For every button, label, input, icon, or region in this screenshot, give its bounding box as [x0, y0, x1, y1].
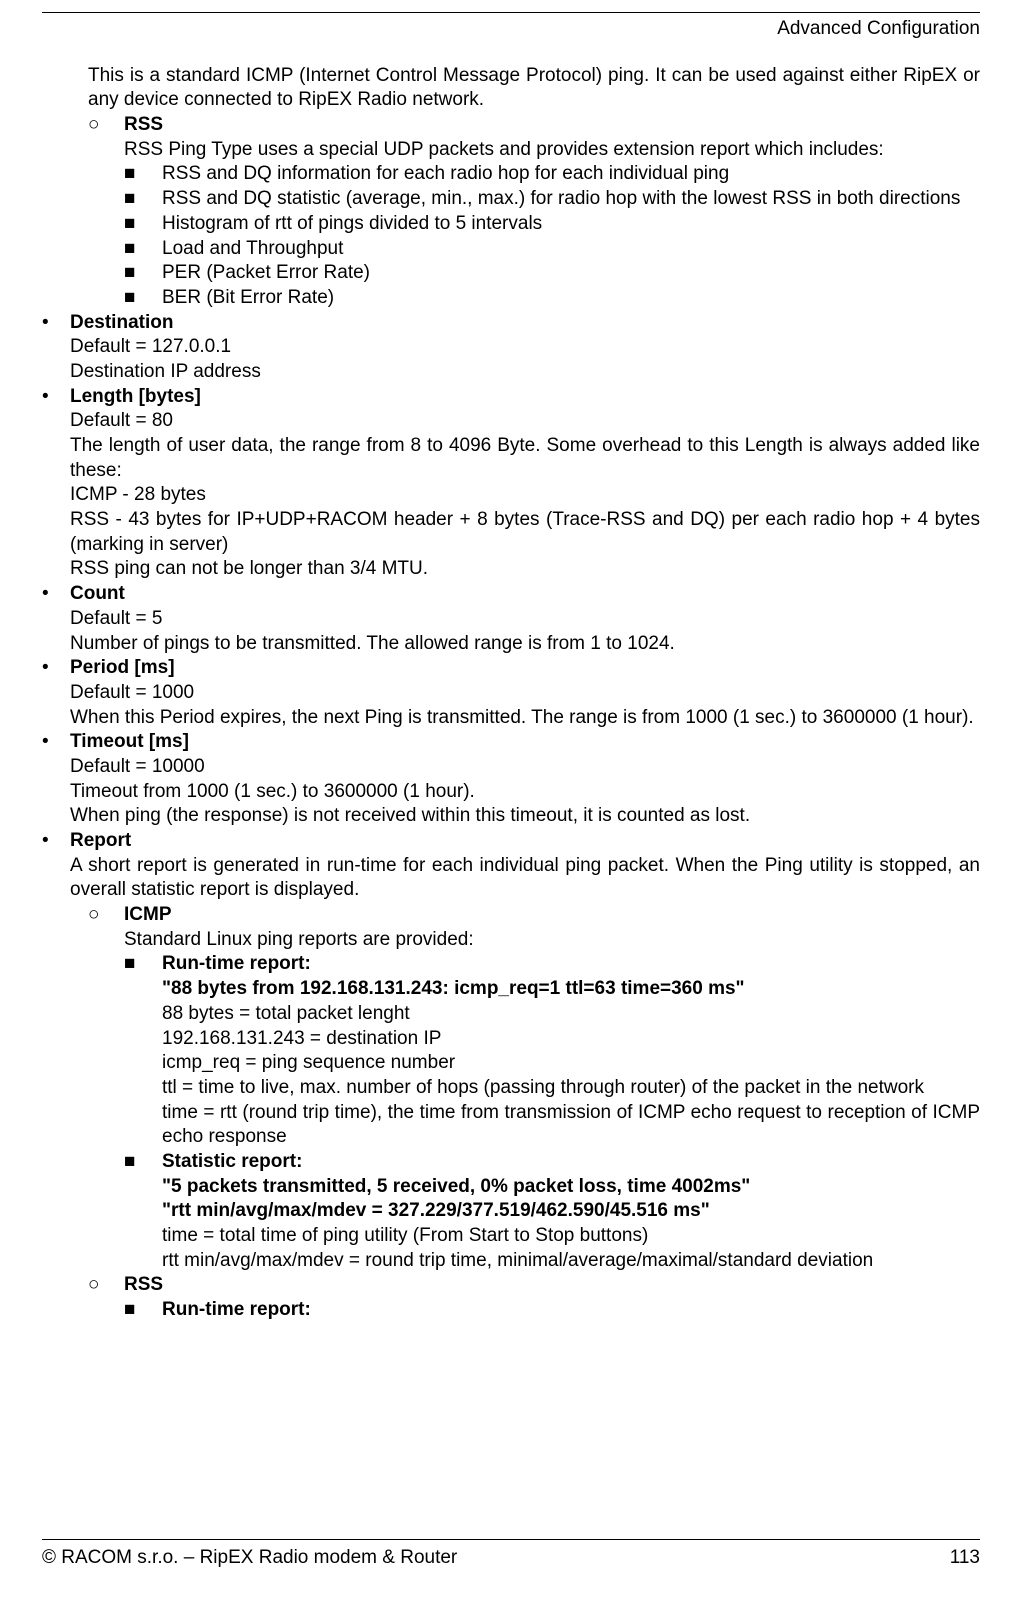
report-icmp-line: Standard Linux ping reports are provided…	[42, 928, 980, 953]
rss-intro: RSS Ping Type uses a special UDP packets…	[42, 138, 980, 163]
bullet-square: ■	[124, 261, 162, 286]
timeout-l1: Timeout from 1000 (1 sec.) to 3600000 (1…	[42, 780, 980, 805]
runtime-d: ttl = time to live, max. number of hops …	[42, 1076, 980, 1101]
report-rss-label: RSS	[124, 1273, 980, 1298]
page-number: 113	[950, 1546, 980, 1571]
bullet-dot: •	[42, 582, 70, 607]
runtime-c: icmp_req = ping sequence number	[42, 1051, 980, 1076]
bullet-square: ■	[124, 187, 162, 212]
rss-item: RSS and DQ information for each radio ho…	[162, 162, 980, 187]
icmp-intro: This is a standard ICMP (Internet Contro…	[42, 64, 980, 113]
rss-item: BER (Bit Error Rate)	[162, 286, 980, 311]
bullet-square: ■	[124, 952, 162, 977]
runtime-report-label: Run-time report:	[162, 952, 980, 977]
runtime-e: time = rtt (round trip time), the time f…	[42, 1101, 980, 1150]
bullet-dot: •	[42, 656, 70, 681]
footer-left: © RACOM s.r.o. – RipEX Radio modem & Rou…	[42, 1546, 457, 1571]
bullet-circle: ○	[88, 1273, 124, 1298]
runtime-a: 88 bytes = total packet lenght	[42, 1002, 980, 1027]
bullet-square: ■	[124, 237, 162, 262]
period-label: Period [ms]	[70, 656, 980, 681]
timeout-default: Default = 10000	[42, 755, 980, 780]
bullet-dot: •	[42, 385, 70, 410]
report-icmp-label: ICMP	[124, 903, 980, 928]
rss-runtime-label: Run-time report:	[162, 1298, 980, 1323]
body-content: This is a standard ICMP (Internet Contro…	[42, 64, 980, 1323]
length-label: Length [bytes]	[70, 385, 980, 410]
report-intro: A short report is generated in run-time …	[42, 854, 980, 903]
length-rssline: RSS - 43 bytes for IP+UDP+RACOM header +…	[42, 508, 980, 557]
length-icmp: ICMP - 28 bytes	[42, 483, 980, 508]
stat-q2: "rtt min/avg/max/mdev = 327.229/377.519/…	[42, 1199, 980, 1224]
stat-q1: "5 packets transmitted, 5 received, 0% p…	[42, 1175, 980, 1200]
timeout-label: Timeout [ms]	[70, 730, 980, 755]
destination-desc: Destination IP address	[42, 360, 980, 385]
bullet-circle: ○	[88, 113, 124, 138]
stat-b: rtt min/avg/max/mdev = round trip time, …	[42, 1249, 980, 1274]
rss-label: RSS	[124, 113, 980, 138]
stat-a: time = total time of ping utility (From …	[42, 1224, 980, 1249]
page-section-header: Advanced Configuration	[42, 17, 980, 42]
rss-item: Load and Throughput	[162, 237, 980, 262]
bullet-square: ■	[124, 1150, 162, 1175]
period-default: Default = 1000	[42, 681, 980, 706]
period-desc: When this Period expires, the next Ping …	[42, 706, 980, 731]
bullet-square: ■	[124, 162, 162, 187]
destination-label: Destination	[70, 311, 980, 336]
bullet-circle: ○	[88, 903, 124, 928]
runtime-quote: "88 bytes from 192.168.131.243: icmp_req…	[42, 977, 980, 1002]
statistic-report-label: Statistic report:	[162, 1150, 980, 1175]
rss-item: PER (Packet Error Rate)	[162, 261, 980, 286]
count-label: Count	[70, 582, 980, 607]
report-label: Report	[70, 829, 980, 854]
bullet-square: ■	[124, 1298, 162, 1323]
rss-item: RSS and DQ statistic (average, min., max…	[162, 187, 980, 212]
count-default: Default = 5	[42, 607, 980, 632]
timeout-l2: When ping (the response) is not received…	[42, 804, 980, 829]
bullet-square: ■	[124, 286, 162, 311]
rss-item: Histogram of rtt of pings divided to 5 i…	[162, 212, 980, 237]
destination-default: Default = 127.0.0.1	[42, 335, 980, 360]
bullet-dot: •	[42, 829, 70, 854]
runtime-b: 192.168.131.243 = destination IP	[42, 1027, 980, 1052]
count-desc: Number of pings to be transmitted. The a…	[42, 632, 980, 657]
bullet-dot: •	[42, 311, 70, 336]
length-note: RSS ping can not be longer than 3/4 MTU.	[42, 557, 980, 582]
length-default: Default = 80	[42, 409, 980, 434]
bullet-square: ■	[124, 212, 162, 237]
bullet-dot: •	[42, 730, 70, 755]
length-desc1: The length of user data, the range from …	[42, 434, 980, 483]
